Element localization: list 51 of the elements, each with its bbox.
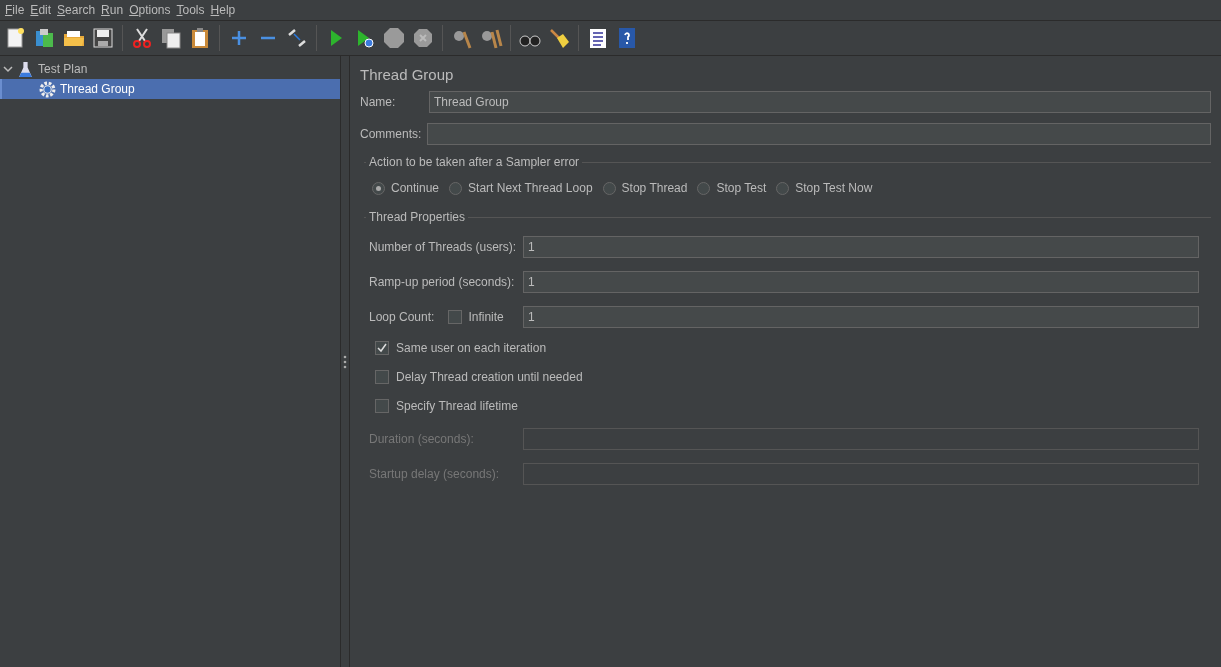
field-label: Number of Threads (users): — [369, 240, 517, 254]
text-field[interactable]: Thread Group — [429, 91, 1211, 113]
radio-button[interactable] — [449, 181, 463, 195]
radio-button[interactable] — [372, 181, 385, 195]
menu-item[interactable]: Tools — [173, 3, 208, 17]
text-field[interactable] — [427, 123, 1211, 145]
flask-icon — [17, 60, 34, 78]
field-label: Startup delay (seconds): — [369, 467, 501, 481]
text-field[interactable]: 1 — [523, 236, 1199, 258]
checkbox[interactable] — [375, 370, 389, 384]
group-title: Action to be taken after a Sampler error — [368, 155, 581, 169]
field-label: Comments: — [360, 127, 422, 141]
checkbox-label[interactable]: Delay Thread creation until needed — [396, 370, 583, 384]
radio-button[interactable] — [776, 181, 790, 195]
checkbox[interactable] — [375, 399, 389, 413]
field-label: Name: — [360, 95, 397, 109]
group-title: Thread Properties — [368, 210, 467, 224]
splitter-handle-icon[interactable] — [343, 354, 347, 369]
field-label: Loop Count: — [369, 310, 435, 324]
field-label: Ramp-up period (seconds): — [369, 275, 516, 289]
radio-label[interactable]: Start Next Thread Loop — [468, 181, 593, 195]
checkbox-label[interactable]: Infinite — [468, 310, 504, 324]
radio-label[interactable]: Continue — [391, 181, 440, 195]
checkbox-label[interactable]: Specify Thread lifetime — [396, 399, 518, 413]
menu-item[interactable]: Edit — [27, 3, 55, 17]
text-field[interactable]: 1 — [523, 271, 1199, 293]
broom-icon[interactable] — [547, 26, 571, 50]
scissors-icon[interactable] — [130, 26, 154, 50]
shutdown-icon[interactable] — [411, 26, 435, 50]
radio-label[interactable]: Stop Test — [716, 181, 767, 195]
menu-item[interactable]: Search — [54, 3, 99, 17]
field-label: Duration (seconds): — [369, 432, 475, 446]
radio-label[interactable]: Stop Thread — [621, 181, 688, 195]
copy-pages-icon[interactable] — [159, 26, 183, 50]
stop-sign-icon[interactable] — [382, 26, 406, 50]
gear-icon — [39, 80, 56, 98]
tree-item[interactable]: Test Plan — [0, 59, 340, 79]
text-field[interactable]: 1 — [523, 306, 1199, 328]
checkbox[interactable] — [448, 310, 463, 324]
menu-item[interactable]: Run — [98, 3, 127, 17]
menu-item[interactable]: Options — [126, 3, 174, 17]
menu-item[interactable]: File — [2, 3, 28, 17]
radio-button[interactable] — [602, 181, 616, 195]
radio-button[interactable] — [697, 181, 711, 195]
checkbox[interactable] — [375, 341, 389, 355]
radio-label[interactable]: Stop Test Now — [795, 181, 873, 195]
panel-title: Thread Group — [360, 66, 455, 83]
expand-chevron-icon[interactable] — [3, 64, 13, 74]
checkbox-label[interactable]: Same user on each iteration — [396, 341, 547, 355]
tree-item[interactable]: Thread Group — [0, 79, 340, 99]
menu-item[interactable]: Help — [207, 3, 239, 17]
